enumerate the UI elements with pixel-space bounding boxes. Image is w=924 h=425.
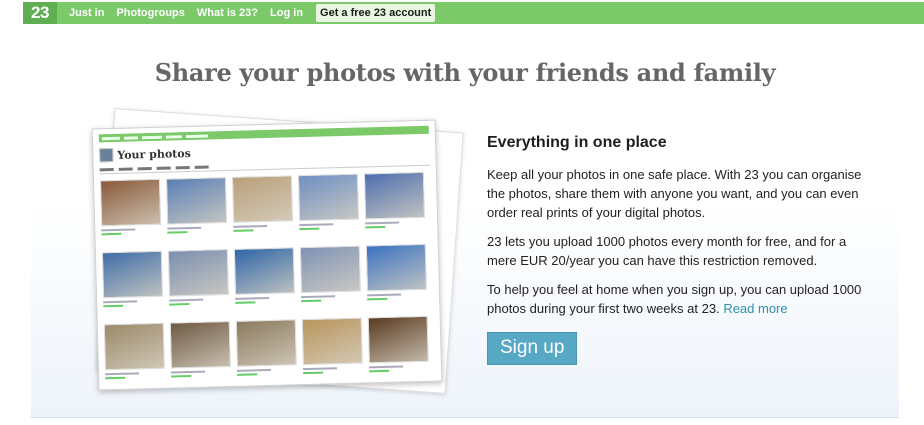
thumbnail-caption bbox=[101, 228, 136, 232]
thumbnail-caption-link bbox=[301, 299, 322, 303]
paragraph-3-text: To help you feel at home when you sign u… bbox=[487, 282, 862, 316]
thumbnail-caption-link bbox=[169, 303, 190, 306]
thumbnail-caption-link bbox=[233, 229, 254, 232]
thumbnail-image bbox=[231, 175, 294, 223]
nav-link-just-in[interactable]: Just in bbox=[69, 7, 104, 19]
photo-thumbnail bbox=[235, 319, 298, 387]
photo-thumbnail bbox=[103, 322, 166, 391]
paragraph-1: Keep all your photos in one safe place. … bbox=[487, 167, 862, 220]
thumbnail-caption bbox=[233, 224, 268, 228]
read-more-link[interactable]: Read more bbox=[723, 301, 787, 316]
photo-thumbnail bbox=[101, 250, 164, 319]
thumbnail-caption bbox=[365, 221, 400, 225]
nav-link-what-is-23[interactable]: What is 23? bbox=[197, 7, 258, 19]
thumbnail-image bbox=[169, 320, 231, 369]
photo-thumbnail bbox=[231, 175, 294, 243]
screenshot-front-card: Your photos bbox=[91, 119, 443, 391]
thumbnail-caption bbox=[236, 368, 272, 372]
thumbnail-caption bbox=[368, 365, 403, 369]
page-headline: Share your photos with your friends and … bbox=[154, 58, 776, 87]
thumbnail-image bbox=[235, 319, 297, 367]
photo-thumbnail bbox=[167, 249, 230, 317]
photo-thumbnail bbox=[99, 178, 162, 247]
photo-thumbnail bbox=[365, 243, 428, 312]
thumbnail-image bbox=[233, 247, 296, 295]
photo-thumbnail bbox=[367, 315, 430, 384]
thumbnail-caption-link bbox=[367, 297, 388, 301]
mini-title: Your photos bbox=[117, 146, 191, 162]
thumbnail-image bbox=[365, 243, 427, 292]
paragraph-3: To help you feel at home when you sign u… bbox=[487, 280, 867, 318]
thumbnail-image bbox=[165, 177, 228, 225]
thumbnail-caption bbox=[299, 223, 334, 227]
thumbnail-caption-link bbox=[103, 304, 124, 308]
thumbnail-caption-link bbox=[101, 232, 122, 236]
paragraph-2: 23 lets you upload 1000 photos every mon… bbox=[487, 234, 847, 268]
sign-up-button[interactable]: Sign up bbox=[487, 332, 578, 365]
thumbnail-caption-link bbox=[167, 231, 188, 234]
photo-thumbnail bbox=[169, 320, 232, 389]
thumbnail-image bbox=[363, 171, 426, 220]
thumbnail-caption-link bbox=[299, 227, 320, 231]
thumbnail-image bbox=[167, 249, 230, 297]
thumbnail-caption-link bbox=[303, 371, 324, 375]
nav-link-log-in[interactable]: Log in bbox=[270, 7, 303, 19]
thumbnail-caption bbox=[301, 295, 336, 299]
mini-title-row: Your photos bbox=[99, 140, 429, 163]
photo-grid bbox=[99, 171, 435, 391]
thumbnail-caption bbox=[235, 296, 270, 300]
thumbnail-caption bbox=[167, 226, 202, 230]
thumbnail-caption-link bbox=[171, 375, 192, 378]
thumbnail-image bbox=[299, 245, 361, 294]
photo-thumbnail bbox=[363, 171, 426, 240]
thumbnail-caption bbox=[171, 370, 206, 374]
avatar bbox=[99, 147, 114, 163]
thumbnail-caption bbox=[302, 367, 338, 371]
thumbnail-image bbox=[101, 250, 164, 299]
info-column: Everything in one place Keep all your ph… bbox=[487, 134, 867, 365]
mini-nav-bar bbox=[98, 125, 429, 143]
thumbnail-image bbox=[301, 317, 363, 366]
nav-link-photogroups[interactable]: Photogroups bbox=[116, 7, 184, 19]
photo-thumbnail bbox=[301, 317, 364, 386]
thumbnail-caption-link bbox=[365, 225, 386, 229]
thumbnail-image bbox=[99, 178, 162, 227]
thumbnail-caption-link bbox=[235, 301, 256, 304]
photo-thumbnail bbox=[299, 245, 362, 314]
thumbnail-image bbox=[367, 315, 429, 364]
photo-thumbnail bbox=[165, 177, 228, 245]
thumbnail-caption bbox=[103, 300, 138, 304]
photo-thumbnail bbox=[233, 247, 296, 315]
top-navigation-bar: 23 Just in Photogroups What is 23? Log i… bbox=[23, 2, 924, 24]
main-panel: Share your photos with your friends and … bbox=[31, 26, 899, 418]
thumbnail-image bbox=[297, 173, 360, 222]
get-free-account-button[interactable]: Get a free 23 account bbox=[316, 4, 436, 22]
thumbnail-caption-link bbox=[105, 376, 126, 380]
thumbnail-caption bbox=[169, 298, 204, 302]
thumbnail-caption-link bbox=[237, 373, 258, 376]
thumbnail-caption bbox=[367, 293, 402, 297]
thumbnail-caption-link bbox=[369, 369, 390, 373]
screenshot-illustration: Your photos bbox=[83, 108, 464, 394]
thumbnail-caption bbox=[105, 372, 140, 376]
logo[interactable]: 23 bbox=[23, 2, 57, 24]
thumbnail-image bbox=[103, 322, 165, 371]
photo-thumbnail bbox=[297, 173, 360, 242]
section-title: Everything in one place bbox=[487, 134, 667, 151]
